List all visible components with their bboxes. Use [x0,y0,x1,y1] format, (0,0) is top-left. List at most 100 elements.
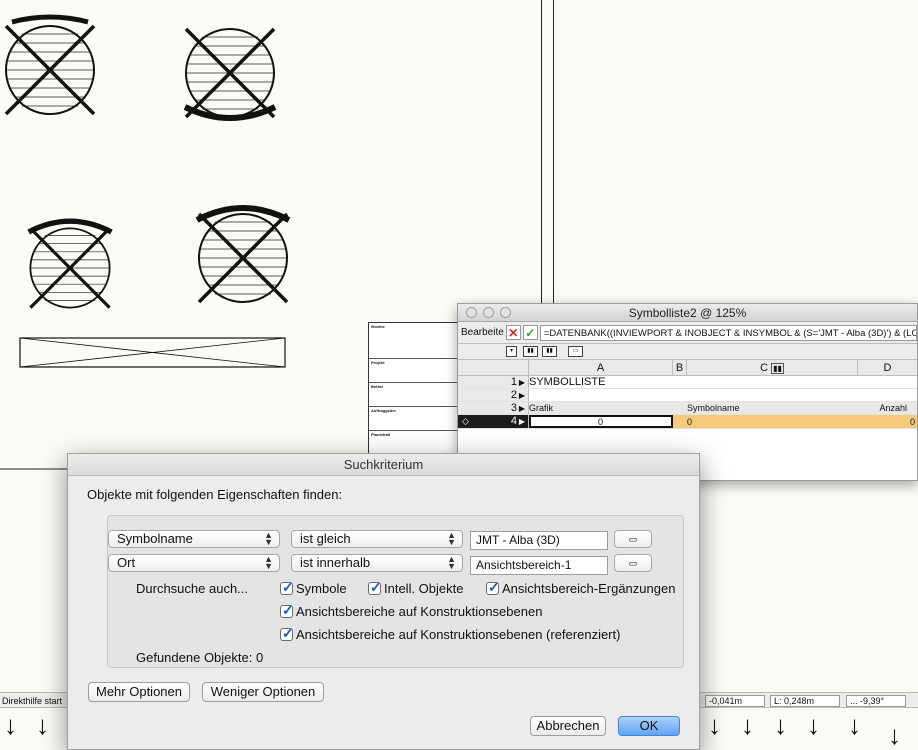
cell-d4[interactable]: 0 [858,415,917,428]
search-criteria-dialog[interactable]: Suchkriterium Objekte mit folgenden Eige… [67,453,700,750]
found-objects-count: 0 [255,650,264,665]
criteria-value-input-1[interactable]: JMT - Alba (3D) [470,531,608,550]
cell-c4[interactable]: 0 [687,415,858,428]
down-arrow-icon: ↓ [36,710,49,740]
pick-value-button-1[interactable]: ▭ [614,530,652,548]
cell-d3[interactable]: Anzahl [858,402,917,414]
corner-cell[interactable] [458,360,529,375]
cell-a1[interactable]: SYMBOLLISTE [529,376,673,388]
cell-b3[interactable] [673,402,687,414]
cell-c3[interactable]: Symbolname [687,402,858,414]
row-number: 4 [510,415,517,427]
updown-arrows-icon: ▲ ▼ [447,530,456,547]
dialog-intro-text: Objekte mit folgenden Eigenschaften find… [87,487,343,502]
row-number: 1 [510,376,517,388]
cell-a4[interactable]: 0 [529,415,673,428]
criteria-operator-select-1[interactable]: ist gleich ▲ ▼ [291,530,463,548]
more-options-button[interactable]: Mehr Optionen [88,682,190,702]
cell-b4[interactable] [673,415,687,428]
criteria-field-value: Ort [117,555,136,570]
accept-formula-icon[interactable]: ✓ [522,325,538,340]
search-also-label: Durchsuche auch... [136,581,249,596]
title-block-row-title: Betitel [369,383,459,407]
checkbox-label: Ansichtsbereiche auf Konstruktionsebenen [296,604,543,619]
cancel-formula-icon[interactable]: ✕ [505,325,521,340]
criteria-field-select-1[interactable]: Symbolname ▲ ▼ [108,530,280,548]
formula-input[interactable]: =DATENBANK((INVIEWPORT & INOBJECT & INSY… [539,324,917,341]
zoom-window-button[interactable] [500,307,511,318]
angle-field[interactable]: ... -9,39° [846,695,906,707]
ok-button[interactable]: OK [618,716,680,736]
sheet-toolbar: ▾ ▮▮ ▮▮ ▭ [458,344,917,360]
row-chart-icon[interactable]: ▮▮ [542,346,557,357]
column-header-a[interactable]: A [529,360,673,375]
down-arrow-icon: ↓ [888,720,901,750]
chair-symbol-1[interactable] [6,14,94,114]
row-header-1[interactable]: 1 ▶ [458,376,529,388]
checkbox-konstruktionsebenen[interactable]: ✓ Ansichtsbereiche auf Konstruktionsebene… [280,602,543,619]
column-header-d[interactable]: D [858,360,917,375]
down-arrow-icon: ↓ [807,710,820,740]
row-header-2[interactable]: 2 ▶ [458,389,529,401]
checkbox-label: Ansichtsbereiche auf Konstruktionsebenen… [296,627,621,642]
updown-arrows-icon: ▲ ▼ [264,554,273,571]
cell-a3[interactable]: Grafik [529,402,673,414]
column-header-c-label: C [760,362,769,374]
updown-arrows-icon: ▲ ▼ [447,554,456,571]
title-block-row-project: Projekt [369,359,459,383]
chair-symbol-3[interactable] [27,218,113,307]
length-field[interactable]: L: 0,248m [770,695,840,707]
viewport-divider-right [553,0,554,303]
table-row: 3 ▶ Grafik Symbolname Anzahl [458,402,917,415]
chair-symbol-4[interactable] [195,205,291,302]
title-block[interactable]: Hinweise Projekt Betitel Auftraggeber Pl… [368,322,460,454]
checkbox-konstruktionsebenen-referenziert[interactable]: ✓ Ansichtsbereiche auf Konstruktionsebene… [280,625,621,642]
checkbox-ergaenzungen[interactable]: ✓ Ansichtsbereich-Ergänzungen [486,579,676,596]
row-header-4[interactable]: ◇ 4 ▶ [458,415,529,428]
expand-triangle-icon[interactable]: ▶ [519,415,525,428]
title-block-row-client: Auftraggeber [369,407,459,431]
column-headers: A B C ▮▮ D [458,360,917,376]
viewport-divider-left [541,0,542,303]
found-objects-label: Gefundene Objekte: 0 [136,650,263,665]
fewer-options-button[interactable]: Weniger Optionen [202,682,324,702]
column-header-c[interactable]: C ▮▮ [687,360,858,375]
formula-bar: Bearbeite ✕ ✓ =DATENBANK((INVIEWPORT & I… [458,322,917,344]
down-arrow-icon: ↓ [741,710,754,740]
down-arrow-icon: ↓ [774,710,787,740]
criteria-value-input-2[interactable]: Ansichtsbereich-1 [470,556,608,575]
symbol-image-icon[interactable]: ▭ [568,346,583,357]
column-header-b[interactable]: B [673,360,687,375]
checkbox-symbole[interactable]: ✓ Symbole [280,579,347,596]
expand-triangle-icon[interactable]: ▶ [519,389,525,402]
criteria-field-select-2[interactable]: Ort ▲ ▼ [108,554,280,572]
updown-arrows-icon: ▲ ▼ [264,530,273,547]
criteria-operator-select-2[interactable]: ist innerhalb ▲ ▼ [291,554,463,572]
down-arrow-icon: ↓ [708,710,721,740]
checkbox-label: Symbole [296,581,347,596]
found-label-text: Gefundene Objekte: [136,650,253,665]
table-row: ◇ 4 ▶ 0 0 0 [458,415,917,429]
close-window-button[interactable] [466,307,477,318]
dropdown-arrow-icon[interactable]: ▾ [506,346,517,357]
down-arrow-icon: ↓ [4,710,17,740]
cancel-button[interactable]: Abbrechen [530,716,606,736]
column-chart-icon[interactable]: ▮▮ [523,346,538,357]
expand-triangle-icon[interactable]: ▶ [519,376,525,389]
window-titlebar[interactable]: Symbolliste2 @ 125% [458,304,917,322]
checkbox-intell-objekte[interactable]: ✓ Intell. Objekte [368,579,464,596]
expand-triangle-icon[interactable]: ▶ [519,402,525,415]
database-row-icon: ◇ [462,416,469,426]
criteria-operator-value: ist gleich [300,531,351,546]
row-header-3[interactable]: 3 ▶ [458,402,529,414]
dialog-title: Suchkriterium [68,454,699,476]
y-coordinate-field[interactable]: -0,041m [705,695,765,707]
hint-text: Direkthilfe start [2,696,63,706]
table-symbol[interactable] [19,337,286,368]
minimize-window-button[interactable] [483,307,494,318]
checkbox-label: Intell. Objekte [384,581,464,596]
title-block-row-plan: Planinhalt [369,431,459,453]
chair-symbol-2[interactable] [183,29,277,121]
pick-value-button-2[interactable]: ▭ [614,554,652,572]
checkbox-label: Ansichtsbereich-Ergänzungen [502,581,676,596]
